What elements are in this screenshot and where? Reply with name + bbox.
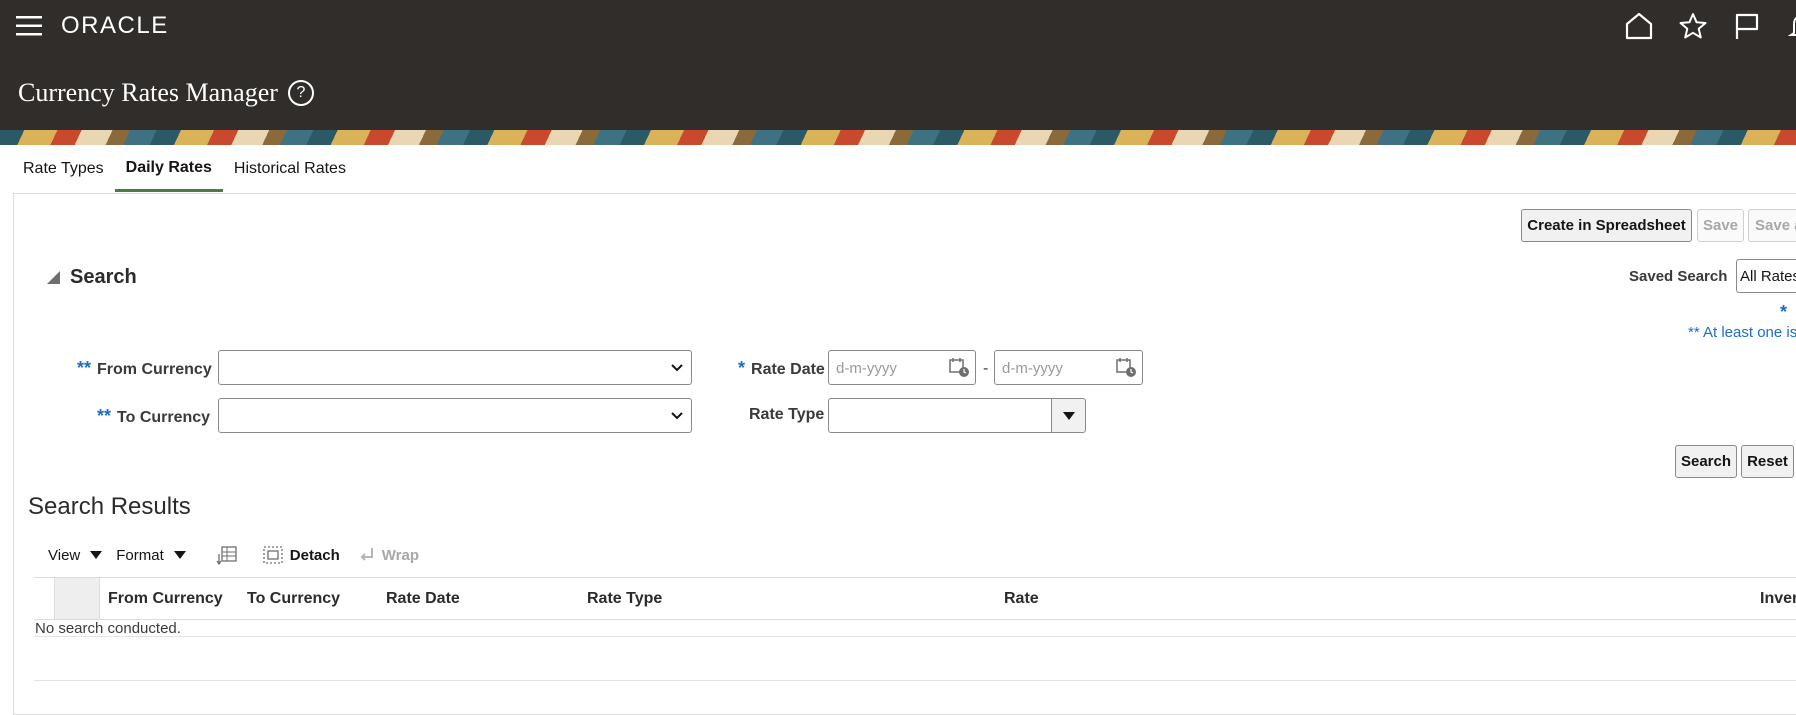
- rate-type-input[interactable]: [828, 398, 1052, 433]
- column-from-currency[interactable]: From Currency: [108, 590, 223, 608]
- menu-icon[interactable]: [16, 15, 44, 37]
- rate-type-label: Rate Type: [749, 406, 825, 423]
- results-toolbar: View Format Detach Wrap: [48, 544, 433, 566]
- divider: [34, 636, 1796, 637]
- flag-icon[interactable]: [1730, 11, 1764, 41]
- from-currency-select[interactable]: [218, 350, 692, 385]
- create-in-spreadsheet-button[interactable]: Create in Spreadsheet: [1521, 209, 1692, 242]
- search-button[interactable]: Search: [1675, 445, 1737, 478]
- wrap-button[interactable]: Wrap: [358, 546, 419, 564]
- to-currency-label: ** To Currency: [97, 406, 210, 427]
- column-rate-date[interactable]: Rate Date: [386, 590, 460, 608]
- caret-down-icon: [173, 551, 186, 559]
- at-least-one-required-note: ** At least one is: [1688, 324, 1796, 341]
- search-section-title: Search: [70, 266, 137, 288]
- rate-date-label: * Rate Date: [738, 358, 825, 379]
- home-icon[interactable]: [1622, 11, 1656, 41]
- global-header: ORACLE Currency Rates Manager ?: [0, 0, 1796, 130]
- saved-search-label: Saved Search: [1629, 268, 1728, 285]
- rate-date-to-placeholder: d-m-yyyy: [1002, 360, 1063, 377]
- column-inverse-rate[interactable]: Inver: [1760, 590, 1796, 608]
- star-icon[interactable]: [1676, 11, 1710, 41]
- oracle-logo[interactable]: ORACLE: [61, 12, 169, 40]
- caret-down-icon: [1063, 412, 1075, 420]
- tab-bar: Rate Types Daily Rates Historical Rates: [12, 146, 357, 193]
- detach-icon: [262, 545, 284, 565]
- calendar-icon[interactable]: [1115, 356, 1137, 378]
- format-menu-label: Format: [116, 546, 164, 564]
- required-marker: *: [738, 358, 746, 378]
- view-menu[interactable]: View: [48, 546, 103, 564]
- wrap-label: Wrap: [381, 546, 420, 564]
- required-indicator: *: [1780, 302, 1788, 322]
- wrap-icon: [358, 546, 376, 564]
- row-selector-column[interactable]: [54, 578, 100, 619]
- page-title: Currency Rates Manager: [18, 78, 278, 107]
- tab-rate-types[interactable]: Rate Types: [12, 146, 115, 192]
- required-marker: **: [77, 358, 92, 378]
- decorative-banner: [0, 130, 1796, 145]
- column-to-currency[interactable]: To Currency: [247, 590, 340, 608]
- from-currency-label-text: From Currency: [97, 361, 212, 378]
- rate-date-from-input[interactable]: d-m-yyyy: [828, 350, 976, 385]
- view-menu-label: View: [48, 546, 81, 564]
- bell-icon[interactable]: [1784, 11, 1796, 41]
- calendar-icon[interactable]: [948, 356, 970, 378]
- caret-down-icon: [90, 551, 103, 559]
- detach-button[interactable]: Detach: [262, 545, 340, 565]
- column-rate[interactable]: Rate: [1004, 590, 1039, 608]
- required-marker: **: [97, 406, 112, 426]
- rate-date-from-placeholder: d-m-yyyy: [836, 360, 897, 377]
- column-rate-type[interactable]: Rate Type: [587, 590, 662, 608]
- from-currency-label: ** From Currency: [77, 358, 212, 379]
- date-range-separator: -: [983, 360, 989, 377]
- chevron-down-icon: [669, 359, 685, 375]
- rate-type-dropdown-button[interactable]: [1051, 398, 1086, 433]
- detach-label: Detach: [289, 546, 340, 564]
- save-button[interactable]: Save: [1697, 209, 1744, 242]
- help-icon[interactable]: ?: [287, 80, 314, 106]
- search-results-title: Search Results: [28, 493, 191, 520]
- format-menu[interactable]: Format: [116, 547, 186, 564]
- to-currency-label-text: To Currency: [117, 409, 211, 426]
- empty-results-message: No search conducted.: [35, 620, 181, 637]
- rate-date-to-input[interactable]: d-m-yyyy: [994, 350, 1143, 385]
- rate-date-label-text: Rate Date: [751, 361, 825, 378]
- reset-button[interactable]: Reset: [1741, 445, 1794, 478]
- collapse-search-icon[interactable]: [47, 271, 60, 284]
- tab-daily-rates[interactable]: Daily Rates: [114, 146, 223, 192]
- results-table-header: From Currency To Currency Rate Date Rate…: [34, 577, 1796, 620]
- saved-search-select[interactable]: All Rates: [1736, 259, 1796, 293]
- freeze-columns-icon[interactable]: [216, 544, 238, 566]
- tab-historical-rates[interactable]: Historical Rates: [223, 146, 357, 192]
- divider: [34, 680, 1796, 681]
- chevron-down-icon: [669, 407, 685, 423]
- to-currency-select[interactable]: [218, 398, 692, 433]
- save-and-close-button[interactable]: Save a: [1748, 209, 1796, 242]
